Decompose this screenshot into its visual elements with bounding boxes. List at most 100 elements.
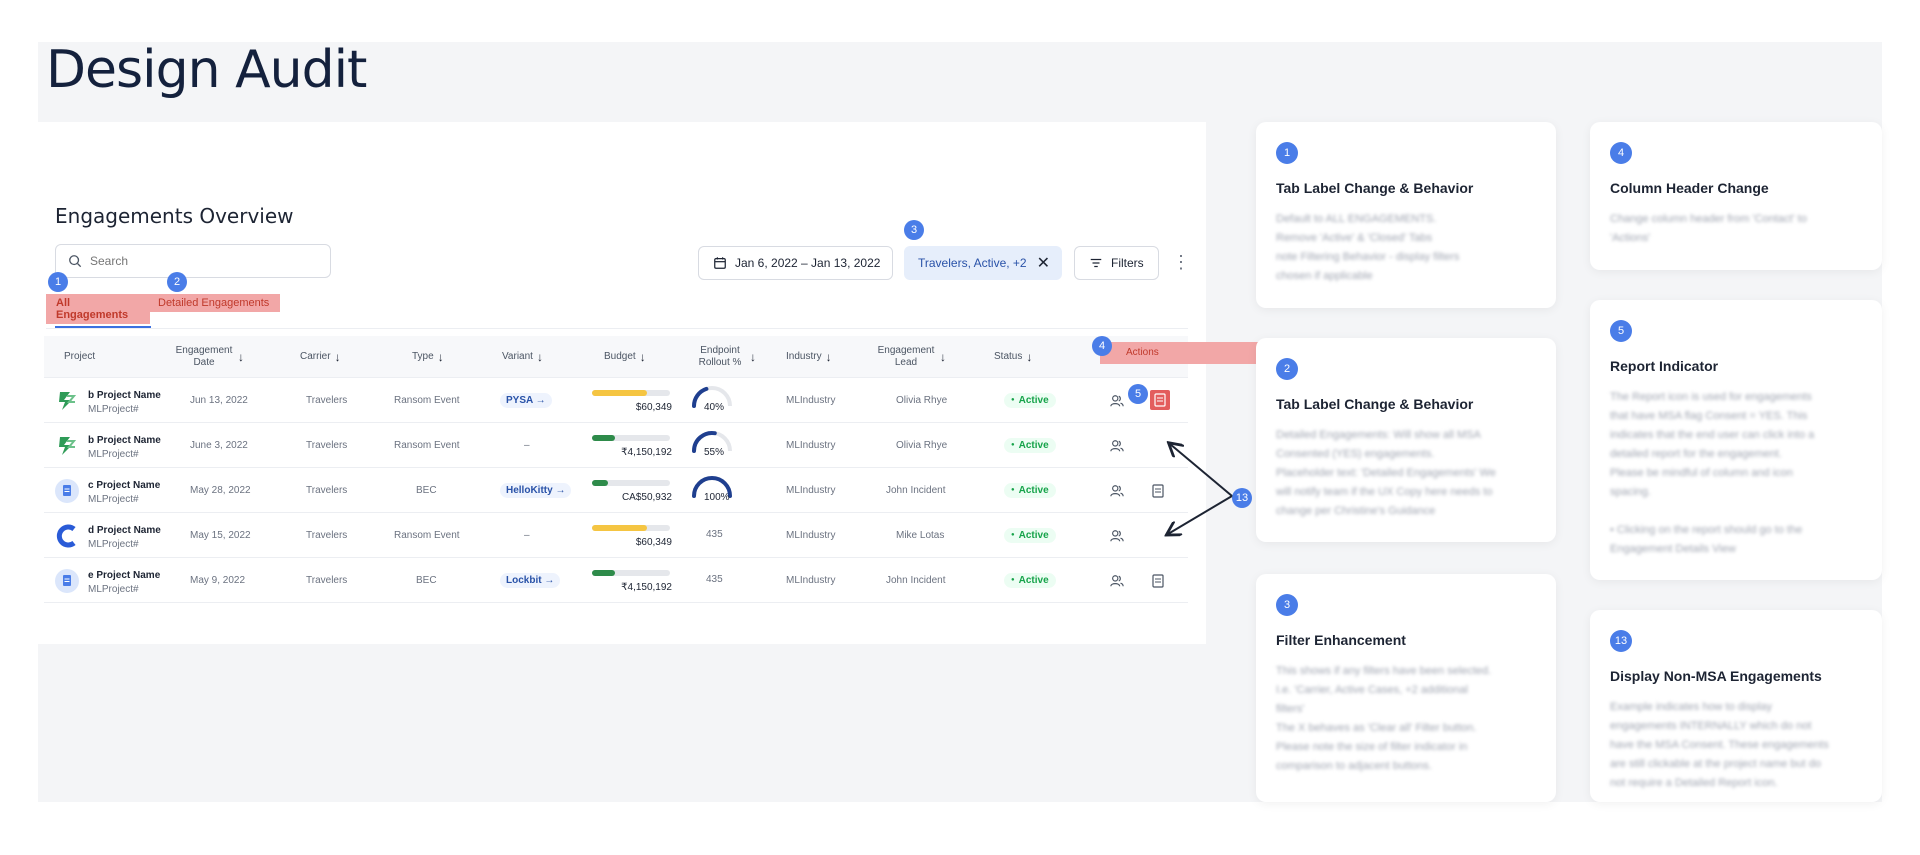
budget: ₹4,150,192	[592, 423, 672, 468]
contact-users-icon[interactable]	[1110, 513, 1124, 558]
card-title: Filter Enhancement	[1276, 632, 1406, 648]
engagement-lead: John Incident	[886, 485, 946, 496]
sort-arrow-icon: ↓	[238, 350, 244, 364]
table-row[interactable]: b Project Name MLProject# Jun 13, 2022 Trav…	[44, 378, 1188, 423]
filters-label: Filters	[1111, 256, 1144, 270]
engagement-date: Jun 13, 2022	[190, 395, 248, 406]
contact-users-icon[interactable]	[1110, 423, 1124, 468]
project-name[interactable]: e Project Name	[88, 570, 160, 581]
table-row[interactable]: c Project Name MLProject# May 28, 2022 Trav…	[44, 468, 1188, 513]
search-icon	[69, 255, 82, 268]
card-title: Tab Label Change & Behavior	[1276, 396, 1474, 412]
annotation-card-1: 1 Tab Label Change & Behavior Default to A…	[1256, 122, 1556, 308]
project-name[interactable]: b Project Name	[88, 435, 161, 446]
tab-detailed-engagements[interactable]: Detailed Engagements	[148, 294, 280, 312]
green-bolt-icon	[54, 433, 80, 459]
card-body: Change column header from 'Contact' to '…	[1610, 213, 1807, 244]
type: BEC	[416, 485, 437, 496]
card-title: Column Header Change	[1610, 180, 1769, 196]
search-box[interactable]	[55, 244, 331, 278]
engagement-lead: Mike Lotas	[896, 530, 945, 541]
table-row[interactable]: b Project Name MLProject# June 3, 2022 Trav…	[44, 423, 1188, 468]
industry: MLIndustry	[786, 485, 836, 496]
project-name[interactable]: d Project Name	[88, 525, 161, 536]
tab-all-engagements[interactable]: All Engagements	[46, 294, 150, 324]
tabs-divider	[46, 328, 1188, 329]
col-industry[interactable]: Industry ↓	[786, 351, 832, 363]
report-icon[interactable]	[1150, 390, 1170, 410]
marker-1: 1	[48, 272, 68, 292]
card-title: Tab Label Change & Behavior	[1276, 180, 1474, 196]
project-name[interactable]: c Project Name	[88, 480, 160, 491]
card-body: The Report icon is used for engagements …	[1610, 391, 1815, 555]
carrier: Travelers	[306, 395, 348, 406]
carrier: Travelers	[306, 575, 348, 586]
filters-button[interactable]: Filters	[1074, 246, 1159, 280]
marker-2: 2	[167, 272, 187, 292]
rollout-value: 100%	[704, 492, 730, 503]
col-engagement-date[interactable]: Engagement Date ↓	[174, 345, 266, 369]
variant-tag[interactable]: HelloKitty →	[500, 483, 572, 498]
project-name[interactable]: b Project Name	[88, 390, 161, 401]
more-options-icon[interactable]: ⋮	[1172, 252, 1190, 272]
card-body: Example indicates how to display engagem…	[1610, 701, 1829, 789]
report-icon[interactable]	[1152, 558, 1164, 603]
project-id: MLProject#	[88, 494, 139, 505]
engagement-lead: Olivia Rhye	[896, 440, 948, 451]
industry: MLIndustry	[786, 440, 836, 451]
status-badge: Active	[1004, 438, 1056, 453]
card-number-badge: 3	[1276, 594, 1298, 616]
annotation-card-4: 4 Column Header Change Change column heade…	[1590, 122, 1882, 270]
budget: CA$50,932	[592, 468, 672, 513]
sort-arrow-icon: ↓	[639, 350, 646, 364]
budget-bar	[592, 525, 670, 531]
endpoint-rollout: 435	[690, 558, 750, 603]
budget: $60,349	[592, 378, 672, 423]
status-badge: Active	[1004, 393, 1056, 408]
col-type[interactable]: Type ↓	[412, 351, 444, 363]
filter-chip[interactable]: Travelers, Active, +2 ✕	[904, 246, 1062, 280]
search-input[interactable]	[90, 254, 310, 268]
date-range-button[interactable]: Jan 6, 2022 – Jan 13, 2022	[698, 246, 893, 280]
status-badge: Active	[1004, 483, 1056, 498]
variant-tag: –	[524, 440, 530, 451]
col-carrier[interactable]: Carrier ↓	[300, 351, 341, 363]
marker-3: 3	[904, 220, 924, 240]
col-actions[interactable]: Actions	[1100, 342, 1264, 364]
carrier: Travelers	[306, 485, 348, 496]
contact-users-icon[interactable]	[1110, 468, 1124, 513]
col-budget[interactable]: Budget ↓	[604, 351, 646, 363]
c-logo-icon	[54, 523, 80, 549]
contact-users-icon[interactable]	[1110, 378, 1124, 423]
card-body: This shows if any filters have been sele…	[1276, 665, 1492, 772]
col-project[interactable]: Project	[64, 351, 95, 363]
project-id: MLProject#	[88, 584, 139, 595]
sort-arrow-icon: ↓	[750, 350, 756, 364]
engagement-date: May 28, 2022	[190, 485, 251, 496]
variant-tag[interactable]: PYSA →	[500, 393, 552, 408]
industry: MLIndustry	[786, 530, 836, 541]
endpoint-rollout: 55%	[690, 423, 750, 468]
col-status[interactable]: Status ↓	[994, 351, 1032, 363]
budget-bar	[592, 570, 670, 576]
sort-arrow-icon: ↓	[940, 350, 946, 364]
card-body: Detailed Engagements: Will show all MSA …	[1276, 429, 1496, 517]
table-body: b Project Name MLProject# Jun 13, 2022 Trav…	[44, 378, 1188, 603]
sort-arrow-icon: ↓	[1026, 350, 1033, 364]
col-engagement-lead[interactable]: Engagement Lead ↓	[876, 345, 960, 369]
table-row[interactable]: e Project Name MLProject# May 9, 2022 Trave…	[44, 558, 1188, 603]
status-badge: Active	[1004, 528, 1056, 543]
filter-lines-icon	[1090, 258, 1102, 268]
col-endpoint-rollout[interactable]: Endpoint Rollout % ↓	[694, 345, 766, 369]
carrier: Travelers	[306, 440, 348, 451]
col-variant[interactable]: Variant ↓	[502, 351, 543, 363]
type: Ransom Event	[394, 440, 460, 451]
budget-value: ₹4,150,192	[621, 447, 672, 458]
table-row[interactable]: d Project Name MLProject# May 15, 2022 Trav…	[44, 513, 1188, 558]
engagement-date: May 15, 2022	[190, 530, 251, 541]
contact-users-icon[interactable]	[1110, 558, 1124, 603]
project-id: MLProject#	[88, 449, 139, 460]
variant-tag[interactable]: Lockbit →	[500, 573, 561, 588]
clear-filters-icon[interactable]: ✕	[1037, 253, 1050, 273]
budget-bar	[592, 390, 670, 396]
